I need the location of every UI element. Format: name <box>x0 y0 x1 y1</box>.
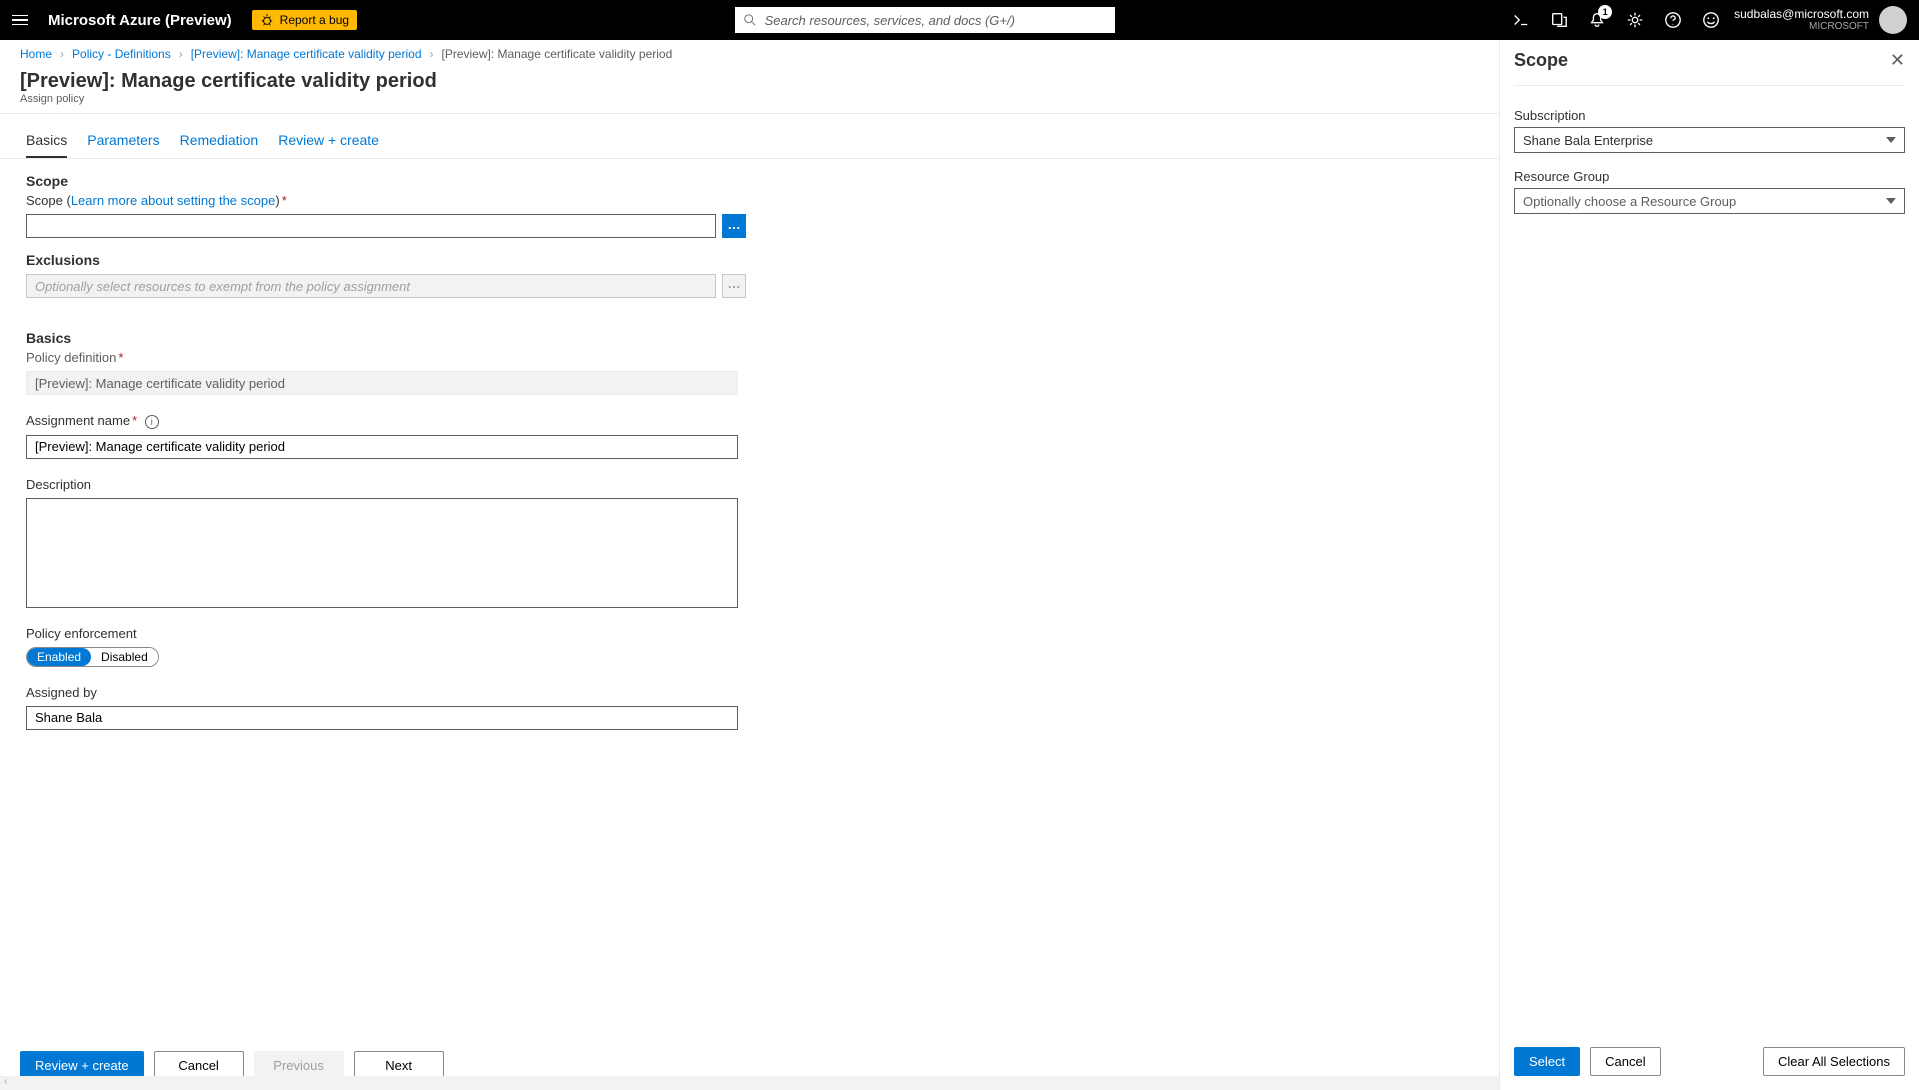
scope-picker-button[interactable]: … <box>722 214 746 238</box>
scope-panel: Scope ✕ Subscription Shane Bala Enterpri… <box>1499 40 1919 1090</box>
panel-select-button[interactable]: Select <box>1514 1047 1580 1076</box>
info-icon[interactable]: i <box>145 415 159 429</box>
tab-parameters[interactable]: Parameters <box>87 132 159 158</box>
scope-input[interactable] <box>26 214 716 238</box>
resource-group-label: Resource Group <box>1514 169 1905 184</box>
brand-name: Microsoft Azure (Preview) <box>48 12 232 29</box>
account-email: sudbalas@microsoft.com <box>1734 7 1869 21</box>
directory-filter-icon[interactable] <box>1550 11 1568 29</box>
tab-basics[interactable]: Basics <box>26 132 67 158</box>
breadcrumb-link[interactable]: [Preview]: Manage certificate validity p… <box>191 47 422 61</box>
cloud-shell-icon[interactable] <box>1512 11 1530 29</box>
panel-title: Scope <box>1514 50 1568 71</box>
chevron-down-icon <box>1886 137 1896 143</box>
notifications-icon[interactable]: 1 <box>1588 11 1606 29</box>
feedback-icon[interactable] <box>1702 11 1720 29</box>
assignment-name-input[interactable] <box>26 435 738 459</box>
breadcrumb-current: [Preview]: Manage certificate validity p… <box>442 47 673 61</box>
panel-cancel-button[interactable]: Cancel <box>1590 1047 1660 1076</box>
tab-remediation[interactable]: Remediation <box>180 132 259 158</box>
help-icon[interactable] <box>1664 11 1682 29</box>
bug-icon <box>260 13 274 27</box>
enforcement-enabled-button[interactable]: Enabled <box>27 648 91 666</box>
enforcement-disabled-button[interactable]: Disabled <box>91 648 158 666</box>
breadcrumb-link[interactable]: Home <box>20 47 52 61</box>
search-input[interactable]: Search resources, services, and docs (G+… <box>735 7 1115 33</box>
menu-icon[interactable] <box>12 10 32 30</box>
breadcrumb-link[interactable]: Policy - Definitions <box>72 47 171 61</box>
exclusions-input <box>26 274 716 298</box>
account-tenant: MICROSOFT <box>1734 21 1869 33</box>
subscription-dropdown[interactable]: Shane Bala Enterprise <box>1514 127 1905 153</box>
panel-clear-button[interactable]: Clear All Selections <box>1763 1047 1905 1076</box>
policy-definition-input <box>26 371 738 395</box>
chevron-down-icon <box>1886 198 1896 204</box>
policy-enforcement-toggle[interactable]: Enabled Disabled <box>26 647 159 667</box>
close-icon[interactable]: ✕ <box>1890 50 1905 71</box>
resource-group-dropdown[interactable]: Optionally choose a Resource Group <box>1514 188 1905 214</box>
scope-learn-more-link[interactable]: Learn more about setting the scope <box>71 193 276 208</box>
notification-badge: 1 <box>1598 5 1612 19</box>
report-bug-button[interactable]: Report a bug <box>252 10 357 30</box>
settings-icon[interactable] <box>1626 11 1644 29</box>
topbar-icons: 1 <box>1492 11 1720 29</box>
top-bar: Microsoft Azure (Preview) Report a bug S… <box>0 0 1919 40</box>
exclusions-picker-button: … <box>722 274 746 298</box>
assigned-by-input[interactable] <box>26 706 738 730</box>
tab-review-create[interactable]: Review + create <box>278 132 379 158</box>
avatar <box>1879 6 1907 34</box>
description-input[interactable] <box>26 498 738 608</box>
subscription-label: Subscription <box>1514 108 1905 123</box>
account-menu[interactable]: sudbalas@microsoft.com MICROSOFT <box>1734 6 1907 34</box>
search-icon <box>743 13 757 27</box>
